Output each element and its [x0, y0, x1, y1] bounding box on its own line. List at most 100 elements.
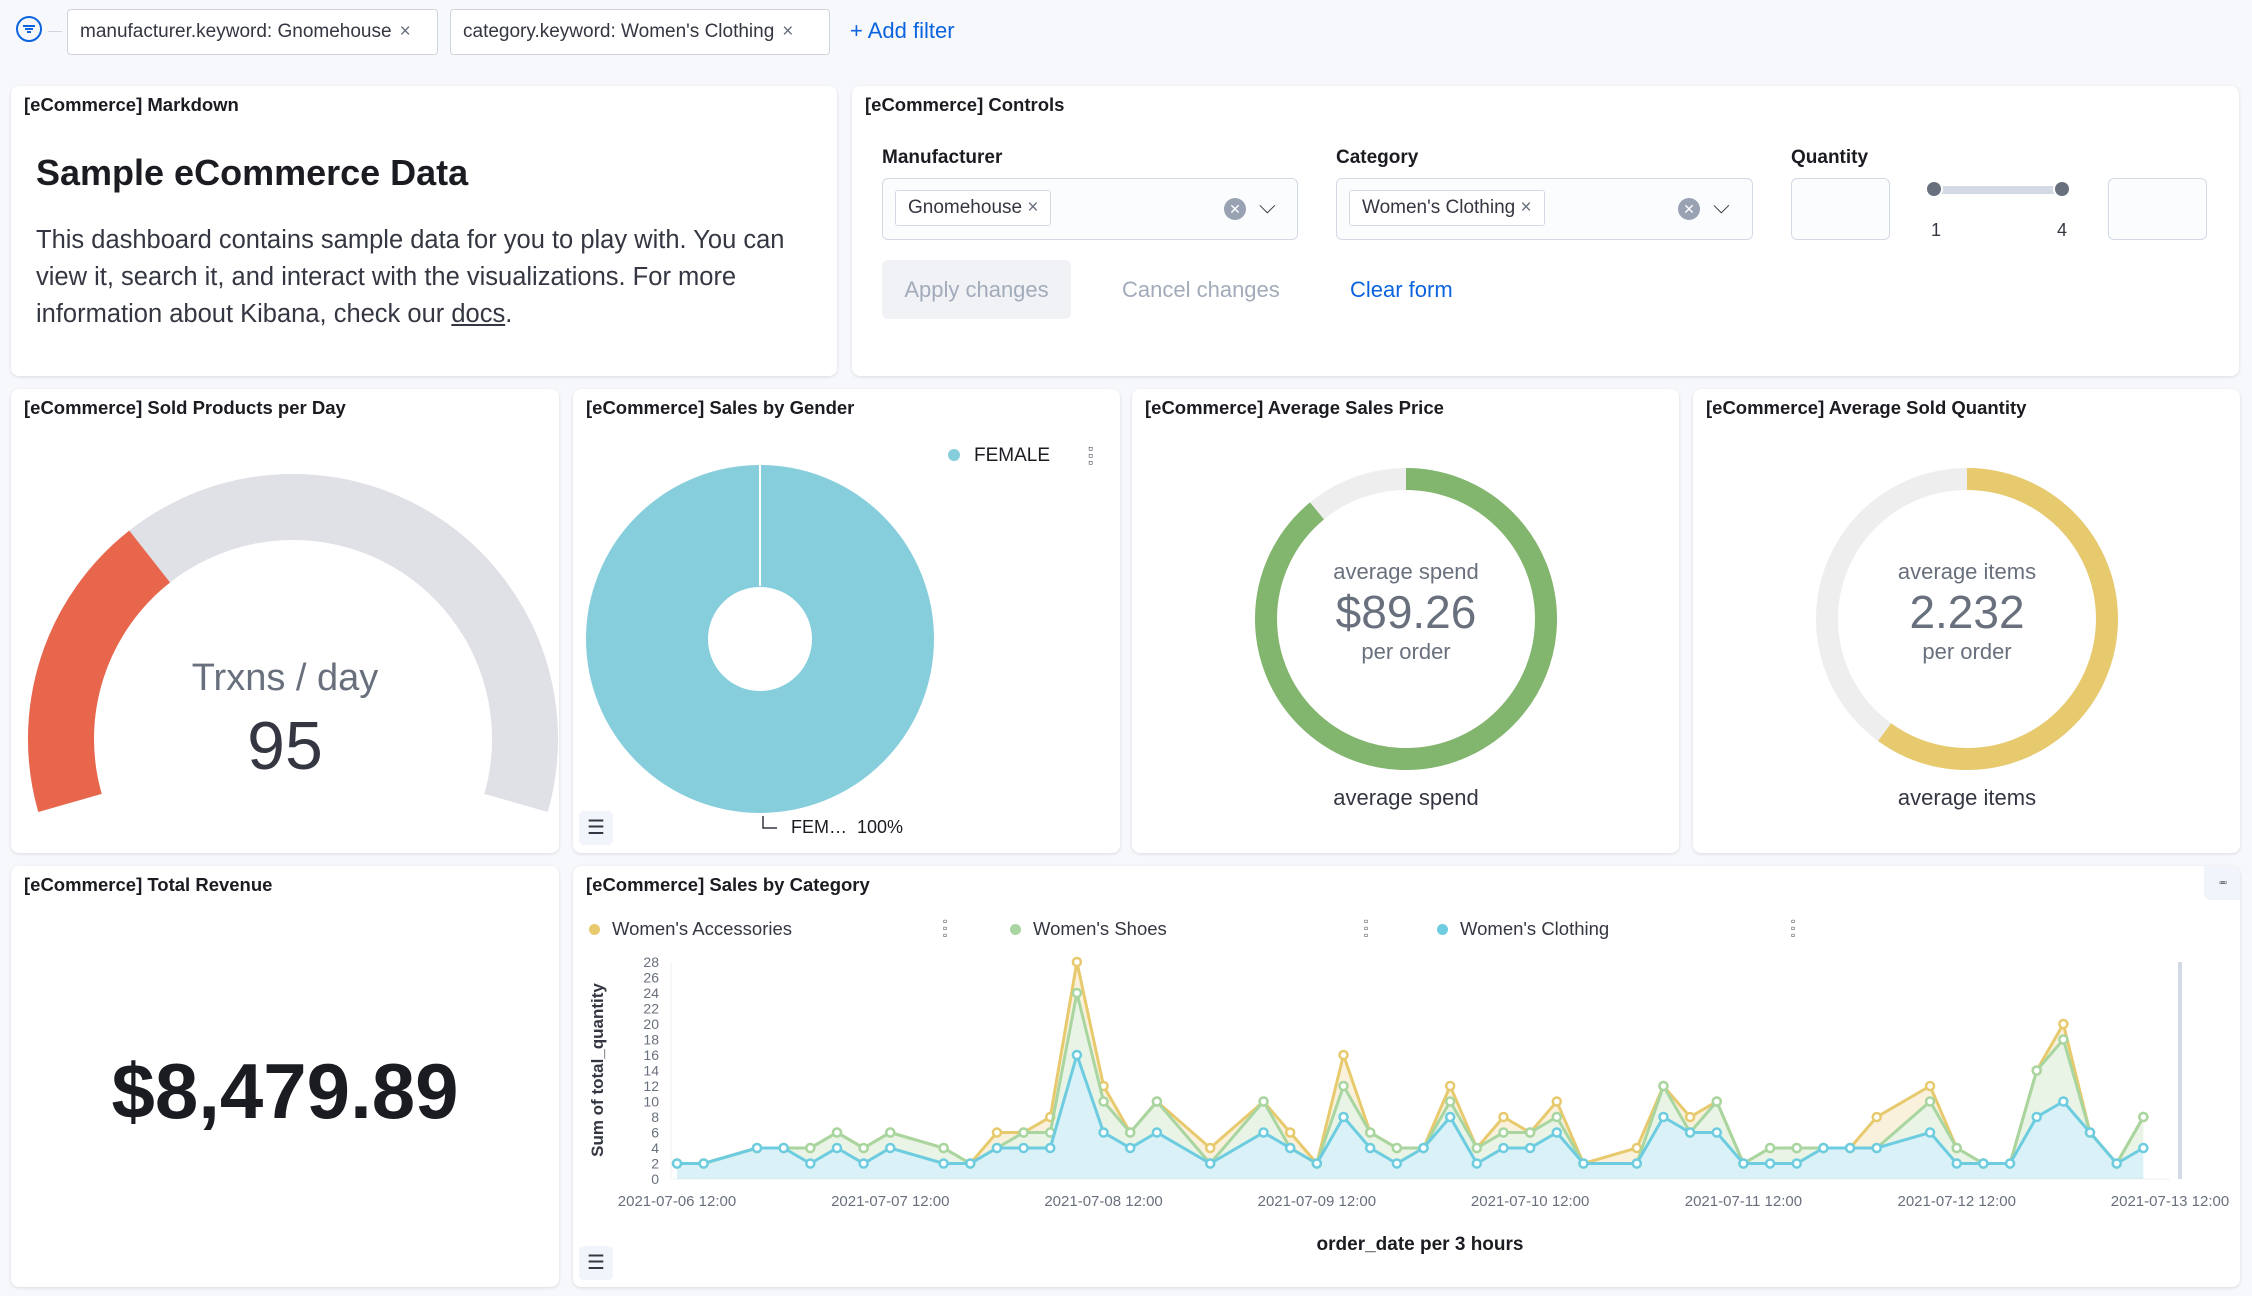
data-point: [1951, 1158, 1962, 1169]
data-point: [991, 1127, 1003, 1138]
filter-divider: [48, 31, 62, 32]
data-point: [1204, 1142, 1216, 1154]
panel-title: [eCommerce] Markdown: [24, 94, 239, 115]
data-point: [1124, 1142, 1136, 1154]
y-tick-label: 6: [651, 1125, 659, 1141]
data-point: [1258, 1127, 1269, 1138]
metric-bottom-label: average items: [1897, 785, 2037, 810]
markdown-text: This dashboard contains sample data for …: [36, 226, 785, 328]
data-point: [938, 1158, 949, 1169]
data-point: [1444, 1111, 1456, 1123]
data-point: [671, 1158, 683, 1169]
data-point: [885, 1127, 896, 1138]
filter-label: manufacturer.keyword: Gnomehouse: [80, 21, 392, 42]
data-point: [1391, 1142, 1403, 1154]
data-point: [1338, 1080, 1349, 1092]
clear-icon[interactable]: ✕: [1678, 198, 1700, 220]
legend-toggle-icon[interactable]: ☰: [579, 811, 613, 845]
avg-sales-price-panel: [eCommerce] Average Sales Price average …: [1132, 389, 1679, 853]
data-point: [938, 1142, 949, 1154]
data-point: [1578, 1158, 1589, 1169]
quantity-slider-min-handle[interactable]: [1925, 180, 1943, 198]
manufacturer-combobox[interactable]: Gnomehouse × ✕ ⌵: [882, 178, 1298, 240]
controls-panel: [eCommerce] Controls Manufacturer Gnomeh…: [852, 86, 2239, 376]
data-point: [1364, 1142, 1376, 1154]
slice-label-percent: 100%: [857, 817, 904, 837]
data-point: [1471, 1142, 1483, 1154]
legend-item-female[interactable]: FEMALE: [948, 445, 1050, 467]
revenue-value: $8,479.89: [111, 1047, 459, 1135]
data-point: [1071, 956, 1083, 968]
data-point: [1871, 1142, 1882, 1154]
data-point: [1524, 1142, 1536, 1154]
docs-link[interactable]: docs: [451, 300, 505, 328]
cancel-changes-button[interactable]: Cancel changes: [1122, 260, 1280, 319]
filter-pill-category[interactable]: category.keyword: Women's Clothing ×: [450, 9, 830, 55]
metric-sub-label: per order: [1922, 639, 2012, 664]
quantity-slider-track[interactable]: [1934, 186, 2062, 194]
sales-by-gender-panel: [eCommerce] Sales by Gender FEM… 100% FE…: [573, 389, 1120, 853]
quantity-slider-max-handle[interactable]: [2053, 180, 2071, 198]
data-point: [1924, 1127, 1936, 1138]
panel-title: [eCommerce] Controls: [865, 94, 1065, 115]
data-point: [1924, 1096, 1936, 1107]
x-tick-label: 2021-07-07 12:00: [831, 1193, 949, 1210]
y-tick-label: 14: [643, 1063, 659, 1079]
apply-changes-button[interactable]: Apply changes: [882, 260, 1071, 319]
metric-bottom-label: average spend: [1333, 785, 1479, 810]
remove-filter-icon[interactable]: ×: [782, 21, 793, 42]
data-point: [1738, 1158, 1749, 1169]
clear-form-button[interactable]: Clear form: [1350, 260, 1453, 319]
y-tick-label: 0: [651, 1171, 659, 1187]
markdown-panel: [eCommerce] Markdown Sample eCommerce Da…: [11, 86, 837, 376]
data-point: [1764, 1142, 1776, 1154]
remove-chip-icon[interactable]: ×: [1521, 197, 1532, 218]
quantity-max-input[interactable]: [2108, 178, 2207, 240]
data-point: [2138, 1142, 2149, 1154]
legend-toggle-icon[interactable]: ☰: [579, 1246, 613, 1280]
data-point: [1951, 1142, 1962, 1154]
quantity-max-tick: 4: [2056, 220, 2068, 240]
data-point: [778, 1142, 789, 1154]
data-point: [1444, 1080, 1456, 1092]
sold-products-panel: [eCommerce] Sold Products per Day Trxns …: [11, 389, 559, 853]
legend-menu-icon[interactable]: ▫ ▫ ▫: [1088, 441, 1093, 469]
filter-menu-icon[interactable]: [16, 16, 42, 42]
y-tick-label: 18: [643, 1032, 659, 1048]
filter-pill-manufacturer[interactable]: manufacturer.keyword: Gnomehouse ×: [67, 9, 438, 55]
data-point: [1151, 1096, 1163, 1107]
category-combobox[interactable]: Women's Clothing × ✕ ⌵: [1336, 178, 1753, 240]
quantity-min-input[interactable]: [1791, 178, 1890, 240]
slice-label-name: FEM…: [791, 817, 847, 837]
data-point: [1098, 1127, 1109, 1138]
area-chart: 02468101214161820222426282021-07-06 12:0…: [618, 954, 2229, 1210]
remove-chip-icon[interactable]: ×: [1027, 197, 1038, 218]
metric-value: 2.232: [1909, 586, 2025, 638]
markdown-heading: Sample eCommerce Data: [36, 152, 469, 193]
data-point: [1498, 1127, 1509, 1138]
chip-label: Women's Clothing: [1362, 197, 1516, 218]
add-filter-button[interactable]: + Add filter: [850, 18, 955, 44]
clear-icon[interactable]: ✕: [1224, 198, 1246, 220]
data-point: [1311, 1158, 1323, 1169]
data-point: [1791, 1142, 1802, 1154]
x-tick-label: 2021-07-12 12:00: [1897, 1193, 2015, 1210]
data-point: [2058, 1096, 2069, 1107]
data-point: [2138, 1111, 2149, 1123]
quantity-label: Quantity: [1791, 147, 1869, 168]
y-tick-label: 8: [651, 1109, 659, 1125]
chevron-down-icon[interactable]: ⌵: [1259, 193, 1276, 219]
data-point: [2111, 1158, 2122, 1169]
data-point: [1871, 1111, 1882, 1123]
y-axis-title: Sum of total_quantity: [588, 983, 607, 1157]
data-point: [1978, 1158, 1989, 1169]
data-point: [1071, 1049, 1083, 1061]
data-point: [1204, 1158, 1216, 1169]
category-chip: Women's Clothing ×: [1349, 190, 1545, 226]
data-point: [2058, 1018, 2069, 1030]
metric-value: $89.26: [1335, 586, 1477, 638]
y-tick-label: 28: [643, 954, 659, 970]
remove-filter-icon[interactable]: ×: [400, 21, 411, 42]
data-point: [1391, 1158, 1403, 1169]
chevron-down-icon[interactable]: ⌵: [1713, 193, 1730, 219]
